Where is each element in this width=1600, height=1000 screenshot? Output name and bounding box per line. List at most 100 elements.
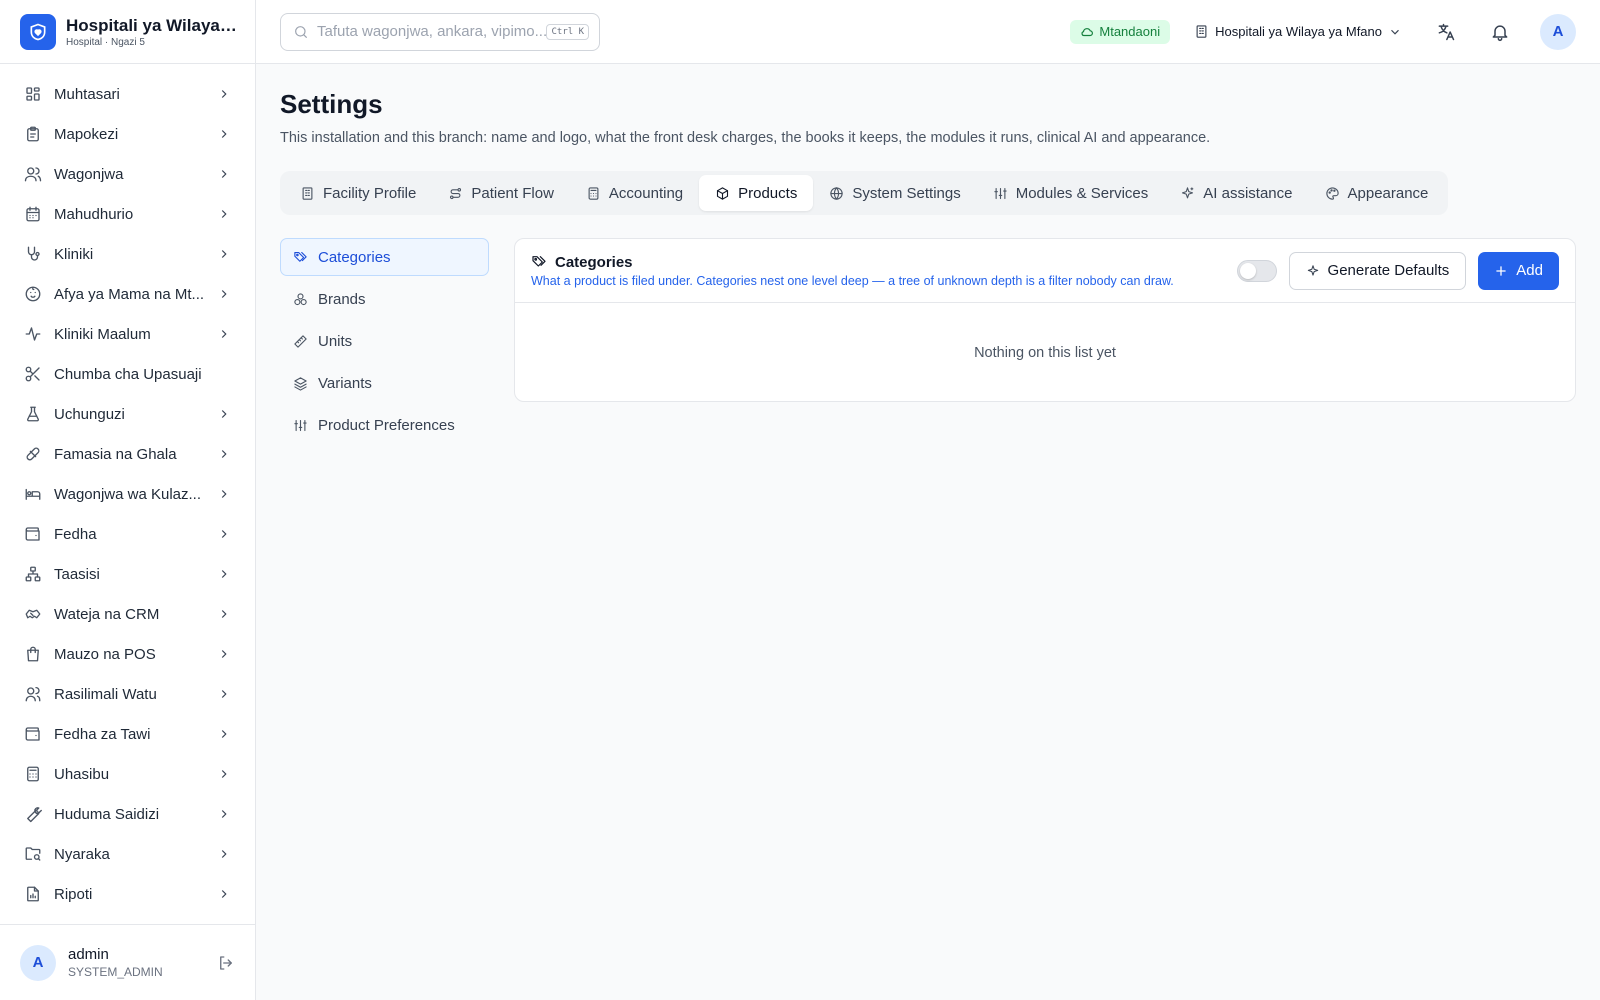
cloud-icon xyxy=(1081,27,1094,36)
branch-selector[interactable]: Hospitali ya Wilaya ya Mfano xyxy=(1194,24,1402,39)
subnav-item-units[interactable]: Units xyxy=(280,322,489,360)
show-inactive-toggle[interactable] xyxy=(1236,259,1277,282)
sidebar-item-label: Wagonjwa xyxy=(54,165,124,183)
chevron-right-icon xyxy=(217,847,231,861)
chevron-right-icon xyxy=(217,247,231,261)
avatar[interactable]: A xyxy=(20,944,56,981)
sidebar-item-nyaraka[interactable]: Nyaraka xyxy=(0,834,255,874)
tags-icon xyxy=(293,250,308,265)
toggle-knob xyxy=(1239,262,1256,279)
tab-appearance[interactable]: Appearance xyxy=(1309,175,1445,211)
sidebar-item-label: Famasia na Ghala xyxy=(54,445,177,463)
sidebar: Hospitali ya Wilaya ... Hospital · Ngazi… xyxy=(0,0,256,1000)
tab-label: Accounting xyxy=(608,184,684,202)
sidebar-item-label: Kliniki xyxy=(54,245,94,263)
brand[interactable]: Hospitali ya Wilaya ... Hospital · Ngazi… xyxy=(0,0,255,64)
sidebar-item-mapokezi[interactable]: Mapokezi xyxy=(0,114,255,154)
tab-facility-profile[interactable]: Facility Profile xyxy=(284,175,432,211)
sidebar-item-fedha[interactable]: Fedha xyxy=(0,514,255,554)
sidebar-item-label: Mapokezi xyxy=(54,125,119,143)
sliders-icon xyxy=(293,418,308,433)
sidebar-item-muhtasari[interactable]: Muhtasari xyxy=(0,74,255,114)
pill-icon xyxy=(24,445,42,463)
categories-panel: Categories What a product is filed under… xyxy=(514,238,1576,402)
user-group-icon xyxy=(24,685,42,703)
subnav-item-variants[interactable]: Variants xyxy=(280,364,489,402)
chevron-down-icon xyxy=(1388,25,1402,39)
sidebar-item-afya-ya-mama-na-mt[interactable]: Afya ya Mama na Mt... xyxy=(0,274,255,314)
sidebar-item-label: Muhtasari xyxy=(54,85,120,103)
sidebar-item-uchunguzi[interactable]: Uchunguzi xyxy=(0,394,255,434)
sidebar-item-mauzo-na-pos[interactable]: Mauzo na POS xyxy=(0,634,255,674)
tab-system-settings[interactable]: System Settings xyxy=(813,175,976,211)
chevron-right-icon xyxy=(217,407,231,421)
tab-label: Facility Profile xyxy=(323,184,417,202)
plus-icon xyxy=(1494,264,1508,278)
logout-icon[interactable] xyxy=(217,954,235,972)
sidebar-item-mahudhurio[interactable]: Mahudhurio xyxy=(0,194,255,234)
generate-defaults-button[interactable]: Generate Defaults xyxy=(1288,251,1467,290)
sidebar-item-famasia-na-ghala[interactable]: Famasia na Ghala xyxy=(0,434,255,474)
sidebar-item-rasilimali-watu[interactable]: Rasilimali Watu xyxy=(0,674,255,714)
tab-label: Patient Flow xyxy=(471,184,554,202)
building-icon xyxy=(1194,24,1209,39)
sidebar-item-wagonjwa[interactable]: Wagonjwa xyxy=(0,154,255,194)
sidebar-item-label: Wagonjwa wa Kulaz... xyxy=(54,485,202,503)
add-button[interactable]: Add xyxy=(1478,251,1559,290)
sidebar-item-huduma-saidizi[interactable]: Huduma Saidizi xyxy=(0,794,255,834)
sidebar-item-wateja-na-crm[interactable]: Wateja na CRM xyxy=(0,594,255,634)
topbar: Ctrl K Mtandaoni Hospitali ya Wilaya ya … xyxy=(256,0,1600,64)
sidebar-item-label: Mauzo na POS xyxy=(54,645,156,663)
subnav-item-product-preferences[interactable]: Product Preferences xyxy=(280,406,489,444)
tab-ai-assistance[interactable]: AI assistance xyxy=(1164,175,1308,211)
tab-patient-flow[interactable]: Patient Flow xyxy=(432,175,570,211)
chevron-right-icon xyxy=(217,487,231,501)
sidebar-item-label: Uchunguzi xyxy=(54,405,125,423)
subnav-item-brands[interactable]: Brands xyxy=(280,280,489,318)
subnav-item-label: Brands xyxy=(318,290,366,308)
user-role: SYSTEM_ADMIN xyxy=(68,965,163,979)
tab-label: AI assistance xyxy=(1203,184,1293,202)
chevron-right-icon xyxy=(217,87,231,101)
baby-icon xyxy=(24,285,42,303)
subnav-item-categories[interactable]: Categories xyxy=(280,238,489,276)
sidebar-item-chumba-cha-upasuaji[interactable]: Chumba cha Upasuaji xyxy=(0,354,255,394)
settings-tabs: Facility Profile Patient Flow Accounting Pr… xyxy=(280,171,1449,215)
chevron-right-icon xyxy=(217,287,231,301)
search-icon xyxy=(293,24,309,40)
panel-title: Categories xyxy=(555,253,633,271)
brand-name: Hospitali ya Wilaya ... xyxy=(66,15,235,35)
tab-modules-services[interactable]: Modules & Services xyxy=(977,175,1165,211)
sidebar-item-label: Mahudhurio xyxy=(54,205,134,223)
chevron-right-icon xyxy=(217,647,231,661)
chevron-right-icon xyxy=(217,527,231,541)
subnav-item-label: Categories xyxy=(318,248,391,266)
sidebar-item-ripoti[interactable]: Ripoti xyxy=(0,874,255,914)
scissors-icon xyxy=(24,365,42,383)
bell-icon[interactable] xyxy=(1490,22,1510,42)
activity-icon xyxy=(24,325,42,343)
sidebar-item-kliniki-maalum[interactable]: Kliniki Maalum xyxy=(0,314,255,354)
sidebar-item-taasisi[interactable]: Taasisi xyxy=(0,554,255,594)
clipboard-icon xyxy=(24,125,42,143)
tab-products[interactable]: Products xyxy=(699,175,814,211)
translate-icon[interactable] xyxy=(1436,22,1456,42)
route-icon xyxy=(448,186,463,201)
chevron-right-icon xyxy=(217,607,231,621)
sidebar-item-kliniki[interactable]: Kliniki xyxy=(0,234,255,274)
shopping-bag-icon xyxy=(24,645,42,663)
tab-accounting[interactable]: Accounting xyxy=(570,175,699,211)
search-box[interactable]: Ctrl K xyxy=(280,12,600,51)
avatar[interactable]: A xyxy=(1540,13,1576,50)
chevron-right-icon xyxy=(217,727,231,741)
stethoscope-icon xyxy=(24,245,42,263)
sidebar-item-uhasibu[interactable]: Uhasibu xyxy=(0,754,255,794)
sidebar-item-fedha-za-tawi[interactable]: Fedha za Tawi xyxy=(0,714,255,754)
add-label: Add xyxy=(1516,262,1543,279)
heart-shield-icon xyxy=(20,13,56,50)
tab-label: System Settings xyxy=(852,184,961,202)
sidebar-item-label: Chumba cha Upasuaji xyxy=(54,365,202,383)
sidebar-item-label: Kliniki Maalum xyxy=(54,325,151,343)
sidebar-item-wagonjwa-wa-kulaz[interactable]: Wagonjwa wa Kulaz... xyxy=(0,474,255,514)
search-input[interactable] xyxy=(317,23,547,40)
